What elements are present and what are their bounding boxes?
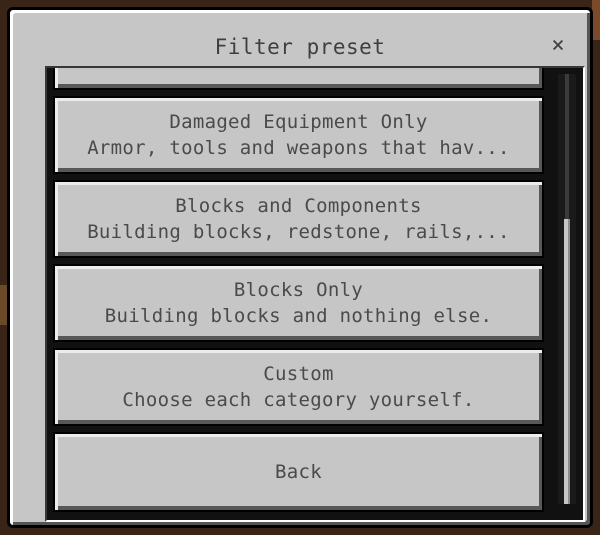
preset-description: Choose each category yourself. bbox=[122, 389, 475, 411]
preset-description: Building blocks and nothing else. bbox=[104, 305, 493, 327]
preset-name: Blocks and Components bbox=[175, 195, 422, 217]
back-label: Back bbox=[275, 461, 322, 483]
preset-button-partial[interactable] bbox=[53, 68, 544, 90]
preset-name: Damaged Equipment Only bbox=[169, 111, 428, 133]
filter-preset-dialog: Filter preset × Damaged Equipment Only A… bbox=[7, 7, 593, 528]
dialog-title: Filter preset bbox=[214, 35, 386, 59]
preset-description: Armor, tools and weapons that hav... bbox=[87, 137, 510, 159]
scrollbar[interactable] bbox=[558, 74, 576, 504]
preset-button-blocks-and-components[interactable]: Blocks and Components Building blocks, r… bbox=[53, 180, 544, 258]
back-button[interactable]: Back bbox=[53, 432, 544, 512]
preset-name: Custom bbox=[263, 363, 334, 385]
preset-list[interactable]: Damaged Equipment Only Armor, tools and … bbox=[45, 66, 585, 522]
scrollbar-thumb[interactable] bbox=[564, 219, 570, 504]
preset-description: Building blocks, redstone, rails,... bbox=[87, 221, 510, 243]
background-scene bbox=[592, 0, 600, 40]
close-icon[interactable]: × bbox=[546, 32, 570, 60]
preset-button-custom[interactable]: Custom Choose each category yourself. bbox=[53, 348, 544, 426]
preset-name: Blocks Only bbox=[233, 279, 364, 301]
preset-button-damaged-equipment-only[interactable]: Damaged Equipment Only Armor, tools and … bbox=[53, 96, 544, 174]
preset-button-blocks-only[interactable]: Blocks Only Building blocks and nothing … bbox=[53, 264, 544, 342]
